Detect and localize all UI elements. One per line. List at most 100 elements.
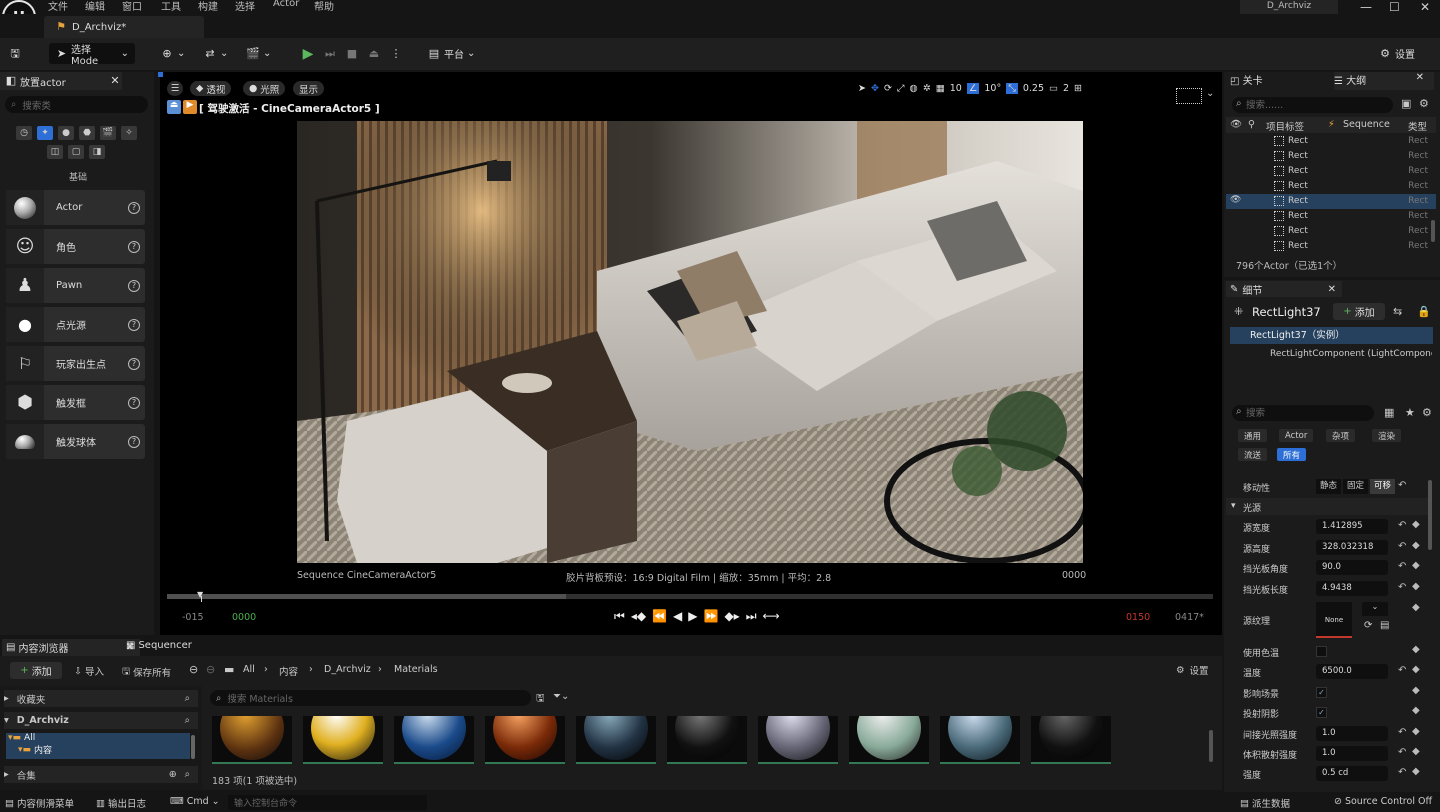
outliner-row[interactable]: Rect Rect (1226, 239, 1436, 254)
use-selected-icon[interactable]: ⟳ (1364, 620, 1372, 631)
grid-snap-value[interactable]: 10 (950, 83, 962, 94)
minimize-icon[interactable]: — (1360, 0, 1372, 14)
search-icon[interactable]: ⌕ (185, 693, 190, 704)
save-icon[interactable]: 🖫 (8, 47, 22, 61)
asset-search-input[interactable]: ⌕ 搜索 Materials (210, 690, 531, 706)
cmd-dropdown[interactable]: ⌨ Cmd ⌄ (170, 796, 220, 807)
material-thumbnail[interactable] (212, 716, 292, 764)
keyframe-icon[interactable]: ◆ (1412, 581, 1420, 592)
gear-icon[interactable]: ⚙ (1422, 406, 1432, 419)
close-tab-icon[interactable]: ✕ (1416, 72, 1424, 83)
back-icon[interactable]: ⊖ (189, 663, 198, 676)
console-input[interactable]: 输入控制台命令 (228, 795, 427, 810)
source-control-button[interactable]: ⊘ Source Control Off (1334, 796, 1432, 807)
cb-settings-button[interactable]: ⚙ 设置 (1176, 663, 1209, 678)
texture-picker-dropdown[interactable]: ⌄ (1362, 602, 1388, 616)
outliner-tab[interactable]: ☰ 大纲 ✕ (1334, 72, 1434, 90)
content-browser-tab[interactable]: ▤ 内容浏览器 ✕ (2, 639, 140, 656)
mobility-stationary[interactable]: 固定 (1343, 479, 1369, 494)
reset-icon[interactable]: ↶ (1398, 727, 1406, 738)
time-current[interactable]: 0000 (232, 612, 256, 623)
property-value-input[interactable]: 6500.0 (1316, 664, 1388, 680)
show-button[interactable]: 显示 (293, 81, 325, 96)
star-icon[interactable]: ★ (1405, 406, 1415, 419)
property-checkbox[interactable]: ✓ (1316, 686, 1327, 698)
keyframe-icon[interactable]: ◆ (1412, 664, 1420, 675)
reset-icon[interactable]: ↶ (1398, 767, 1406, 778)
keyframe-icon[interactable]: ◆ (1412, 560, 1420, 571)
rotate-tool-icon[interactable]: ⟳ (884, 83, 892, 94)
place-actors-tab[interactable]: ◧ 放置actor ✕ (0, 72, 122, 90)
menu-actor[interactable]: Actor (273, 0, 299, 9)
material-thumbnail[interactable] (303, 716, 383, 764)
filter-all[interactable]: 所有 (1277, 448, 1307, 461)
search-icon[interactable]: ⌕ (185, 769, 190, 780)
add-component-button[interactable]: + 添加 (1333, 303, 1385, 320)
more-options-icon[interactable]: ⋮ (389, 47, 403, 61)
lit-mode-button[interactable]: ● 光照 (243, 81, 286, 96)
menu-help[interactable]: 帮助 (314, 0, 334, 13)
texture-thumbnail[interactable]: None (1316, 602, 1352, 638)
column-type-header[interactable]: 类型 (1408, 119, 1427, 133)
lock-icon[interactable]: 🔒 (1417, 305, 1431, 318)
reset-icon[interactable]: ↶ (1398, 480, 1406, 491)
blueprint-icon[interactable]: ⇄ (203, 47, 217, 61)
menu-file[interactable]: 文件 (48, 0, 68, 13)
outliner-row[interactable]: Rect Rect (1226, 179, 1436, 194)
output-log-button[interactable]: ▥ 输出日志 (96, 796, 146, 811)
filter-general[interactable]: 通用 (1238, 429, 1268, 442)
rotation-snap-value[interactable]: 10° (984, 83, 1001, 94)
reset-icon[interactable]: ↶ (1398, 665, 1406, 676)
save-search-icon[interactable]: 🖫 (536, 691, 545, 708)
property-value-input[interactable]: 4.9438 (1316, 580, 1388, 596)
visibility-icon[interactable]: 👁 (1230, 119, 1242, 130)
crumb-project[interactable]: D_Archviz (324, 664, 371, 675)
viewport-layout-icon[interactable] (1176, 88, 1202, 104)
place-item-trigger-box[interactable]: ⬢ 触发框? (6, 385, 145, 420)
reset-icon[interactable]: ↶ (1398, 561, 1406, 572)
place-item-actor[interactable]: Actor? (6, 190, 145, 225)
property-value-input[interactable]: 90.0 (1316, 560, 1388, 575)
eject-icon[interactable]: ⏏ (367, 47, 381, 61)
place-item-point-light[interactable]: ● 点光源? (6, 307, 145, 342)
tree-scrollbar[interactable] (191, 735, 195, 759)
component-child[interactable]: RectLightComponent (LightComponent) (1270, 349, 1432, 359)
cinematics-icon[interactable]: 🎬 (246, 47, 260, 61)
jump-to-end-icon[interactable]: ⏭ (746, 609, 757, 624)
loop-icon[interactable]: ⟷ (763, 609, 780, 624)
property-value-input[interactable]: 1.0 (1316, 746, 1388, 761)
material-thumbnail[interactable] (485, 716, 565, 764)
viewport-menu-button[interactable]: ☰ (167, 81, 183, 96)
help-icon[interactable]: ? (128, 201, 140, 214)
menu-edit[interactable]: 编辑 (85, 0, 105, 13)
save-all-button[interactable]: 🖫 保存所有 (122, 664, 171, 680)
time-start[interactable]: -015 (182, 612, 204, 623)
place-item-character[interactable]: ☺ 角色? (6, 229, 145, 264)
level-tab[interactable]: ⚑ D_Archviz* (44, 16, 204, 38)
play-forward-icon[interactable]: ▶ (688, 609, 697, 624)
help-icon[interactable]: ? (128, 318, 140, 331)
property-value-input[interactable]: 1.0 (1316, 725, 1388, 741)
previous-key-icon[interactable]: ◂◆ (631, 609, 646, 624)
tree-item-all[interactable]: ▾▬ All (6, 733, 190, 743)
material-thumbnail[interactable] (849, 716, 929, 764)
blueprint-convert-icon[interactable]: ⇆ (1393, 305, 1402, 318)
reset-icon[interactable]: ↶ (1398, 582, 1406, 593)
crumb-all[interactable]: All (243, 664, 255, 675)
camera-speed-value[interactable]: 2 (1063, 83, 1069, 94)
component-root[interactable]: RectLight37（实例） (1230, 327, 1433, 344)
menu-build[interactable]: 构建 (198, 0, 218, 13)
pin-icon[interactable]: ⚲ (1248, 119, 1255, 130)
translate-tool-icon[interactable]: ✥ (871, 83, 879, 94)
menu-window[interactable]: 窗口 (122, 0, 142, 13)
keyframe-icon[interactable]: ◆ (1412, 519, 1420, 530)
step-forward-icon[interactable]: ⏩ (704, 609, 719, 624)
keyframe-icon[interactable]: ◆ (1412, 685, 1420, 696)
filter-icon[interactable]: ⏷⌄ (553, 691, 569, 702)
property-value-input[interactable]: 0.5 cd (1316, 766, 1388, 782)
property-value-input[interactable]: 1.412895 (1316, 519, 1388, 534)
filter-misc[interactable]: 杂项 (1326, 429, 1356, 442)
details-search-input[interactable]: 搜索 (1232, 405, 1374, 421)
visibility-icon[interactable]: 👁 (1230, 195, 1241, 205)
menu-select[interactable]: 选择 (235, 0, 255, 13)
